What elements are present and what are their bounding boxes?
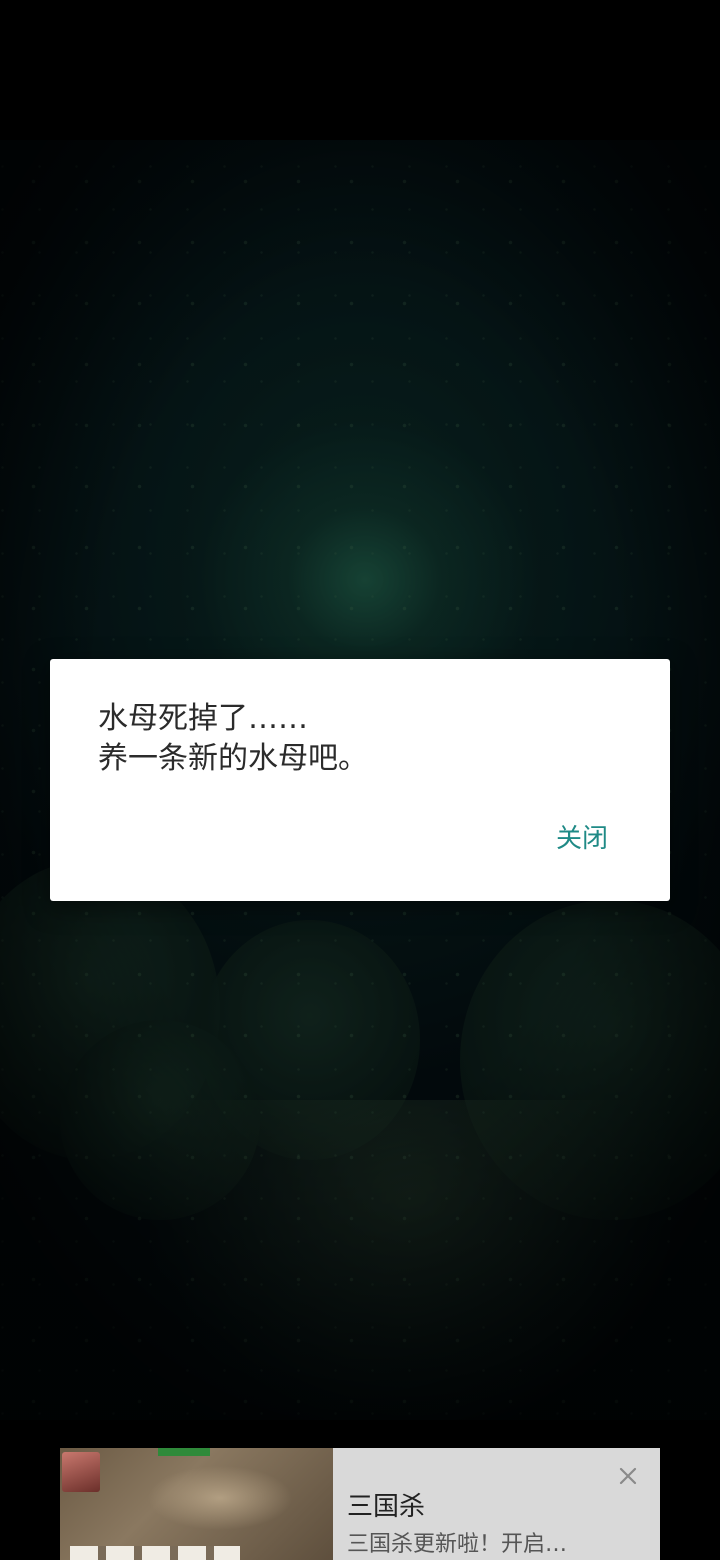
- ad-thumbnail-image[interactable]: [60, 1448, 333, 1560]
- ad-thumbnail-portrait: [62, 1452, 100, 1492]
- app-screen: 水母死掉了…… 养一条新的水母吧。 关闭 三国杀 三国杀更新啦！开启…: [0, 0, 720, 1560]
- dialog-message: 水母死掉了…… 养一条新的水母吧。: [98, 699, 638, 779]
- close-icon[interactable]: [612, 1460, 644, 1492]
- ad-banner[interactable]: 三国杀 三国杀更新啦！开启…: [60, 1448, 660, 1560]
- close-button[interactable]: 关闭: [538, 817, 626, 861]
- dialog-message-line-2: 养一条新的水母吧。: [98, 741, 368, 776]
- ad-title[interactable]: 三国杀: [347, 1490, 425, 1524]
- ad-subtitle[interactable]: 三国杀更新啦！开启…: [347, 1530, 567, 1560]
- ad-thumbnail-cards: [70, 1546, 240, 1560]
- alert-dialog: 水母死掉了…… 养一条新的水母吧。 关闭: [50, 659, 670, 901]
- ad-thumbnail-hud: [158, 1448, 210, 1456]
- dialog-message-line-1: 水母死掉了……: [98, 701, 308, 736]
